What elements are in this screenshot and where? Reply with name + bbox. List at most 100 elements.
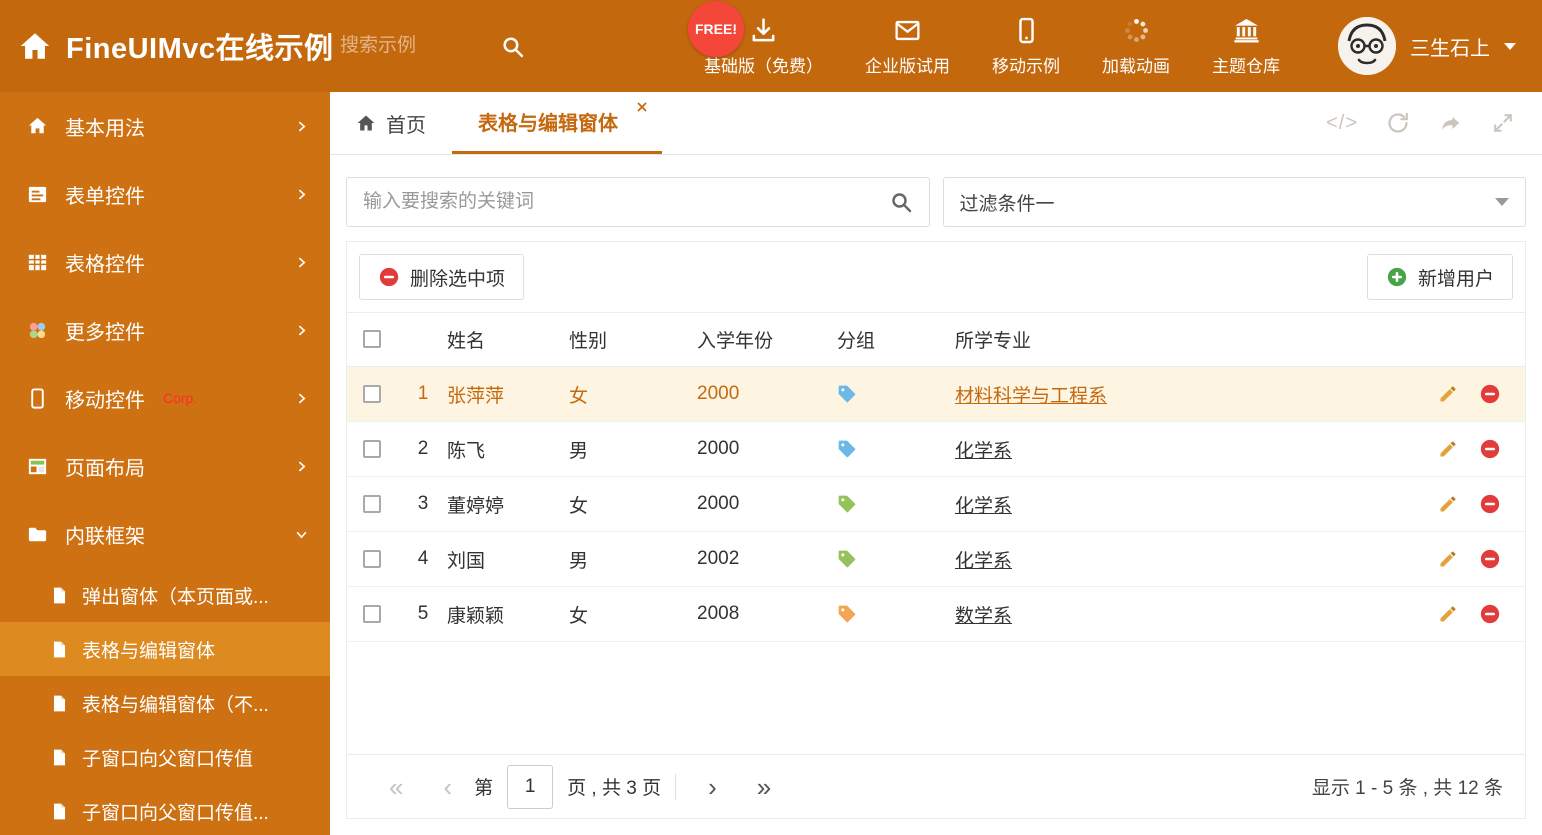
close-icon[interactable] — [636, 101, 648, 113]
cell-name: 董婷婷 — [447, 476, 569, 532]
edit-icon[interactable] — [1438, 494, 1458, 514]
button-label: 新增用户 — [1417, 268, 1494, 290]
tab-home[interactable]: 首页 — [330, 92, 452, 154]
major-link[interactable]: 数学系 — [955, 606, 1012, 627]
tab-grid-edit-window[interactable]: 表格与编辑窗体 — [452, 92, 662, 154]
folder-icon — [26, 523, 49, 546]
sidebar-item-form-controls[interactable]: 表单控件 — [0, 160, 330, 228]
select-all-checkbox[interactable] — [363, 330, 381, 349]
file-icon — [50, 586, 69, 605]
cell-gender: 男 — [569, 531, 697, 587]
major-link[interactable]: 化学系 — [955, 551, 1012, 572]
row-checkbox[interactable] — [363, 439, 381, 458]
add-user-button[interactable]: 新增用户 — [1366, 254, 1513, 300]
nav-label: 加载动画 — [1102, 56, 1170, 76]
cell-name: 刘国 — [447, 531, 569, 587]
top-search — [340, 34, 555, 59]
top-search-input[interactable] — [340, 35, 490, 57]
file-icon — [50, 694, 69, 713]
first-page-button[interactable]: « — [369, 774, 423, 800]
sidebar-item-label: 页面布局 — [65, 457, 145, 480]
chevron-down-icon — [1504, 42, 1516, 50]
col-actions — [1407, 312, 1525, 367]
source-code-icon[interactable]: </> — [1326, 112, 1358, 135]
row-checkbox[interactable] — [363, 384, 381, 403]
grid-empty-space — [347, 642, 1525, 754]
row-checkbox[interactable] — [363, 604, 381, 623]
table-row: 1 张萍萍 女 2000 材料科学与工程系 — [347, 366, 1525, 422]
nav-label: 企业版试用 — [865, 56, 950, 76]
sidebar-subitem-grid-edit-window-no[interactable]: 表格与编辑窗体（不... — [0, 676, 330, 730]
delete-selected-button[interactable]: 删除选中项 — [359, 254, 525, 300]
layout-icon — [26, 455, 49, 478]
last-page-button[interactable]: » — [737, 774, 791, 800]
col-year: 入学年份 — [697, 312, 837, 367]
edit-icon[interactable] — [1438, 549, 1458, 569]
cell-year: 2000 — [697, 476, 837, 532]
plus-circle-icon — [1386, 266, 1408, 288]
next-page-button[interactable]: › — [688, 774, 737, 800]
page-number-input[interactable] — [507, 764, 554, 809]
sidebar-subitem-child-to-parent[interactable]: 子窗口向父窗口传值 — [0, 730, 330, 784]
col-major: 所学专业 — [955, 312, 1407, 367]
sidebar-item-more-controls[interactable]: 更多控件 — [0, 296, 330, 364]
nav-item-mobile-demo[interactable]: 移动示例 — [971, 16, 1081, 77]
edit-icon[interactable] — [1438, 384, 1458, 404]
top-header: FineUIMvc在线示例 FREE! 基础版（免费） 企业版试用 — [0, 0, 1542, 92]
sidebar: 基本用法 表单控件 表格控件 更多控件 移动控件 Corp. 页面布局 内联框架… — [0, 92, 330, 835]
prev-page-button[interactable]: ‹ — [423, 774, 472, 800]
search-icon[interactable] — [889, 190, 913, 214]
delete-row-icon[interactable] — [1479, 603, 1501, 625]
open-new-window-icon[interactable] — [1438, 112, 1464, 134]
sidebar-item-table-controls[interactable]: 表格控件 — [0, 228, 330, 296]
nav-item-enterprise-trial[interactable]: 企业版试用 — [844, 16, 971, 77]
sidebar-item-basic-usage[interactable]: 基本用法 — [0, 92, 330, 160]
brand: FineUIMvc在线示例 — [0, 25, 333, 67]
cell-gender: 男 — [569, 421, 697, 477]
main-content: 首页 表格与编辑窗体 </> 输入要搜索的关键词 过滤条件一 删除选中项 新增用… — [330, 92, 1542, 835]
refresh-icon[interactable] — [1386, 111, 1410, 135]
major-link[interactable]: 化学系 — [955, 441, 1012, 462]
delete-row-icon[interactable] — [1479, 548, 1501, 570]
table-row: 3 董婷婷 女 2000 化学系 — [347, 476, 1525, 532]
col-group: 分组 — [837, 312, 955, 367]
sidebar-item-label: 基本用法 — [65, 117, 145, 140]
keyword-search-input[interactable] — [363, 191, 889, 213]
filter-dropdown[interactable]: 过滤条件一 — [942, 177, 1526, 227]
button-label: 删除选中项 — [410, 268, 506, 290]
sidebar-item-label: 内联框架 — [65, 525, 145, 548]
chevron-right-icon — [295, 120, 308, 133]
edit-icon[interactable] — [1438, 439, 1458, 459]
sidebar-subitem-popup-window[interactable]: 弹出窗体（本页面或... — [0, 568, 330, 622]
sidebar-item-page-layout[interactable]: 页面布局 — [0, 432, 330, 500]
app-title: FineUIMvc在线示例 — [66, 33, 334, 65]
sidebar-subitem-child-to-parent-2[interactable]: 子窗口向父窗口传值... — [0, 784, 330, 835]
tag-icon — [837, 549, 857, 569]
nav-item-theme-repo[interactable]: 主题仓库 — [1191, 16, 1301, 77]
nav-item-loading-animation[interactable]: 加载动画 — [1081, 16, 1191, 77]
cell-gender: 女 — [569, 586, 697, 642]
tag-icon — [837, 604, 857, 624]
delete-row-icon[interactable] — [1479, 493, 1501, 515]
avatar[interactable] — [1338, 17, 1396, 75]
tab-bar: 首页 表格与编辑窗体 </> — [330, 92, 1542, 155]
user-menu[interactable]: 三生石上 — [1338, 17, 1542, 75]
major-link[interactable]: 材料科学与工程系 — [955, 386, 1107, 407]
sidebar-subitem-label: 表格与编辑窗体（不... — [82, 694, 269, 716]
sidebar-subitem-grid-edit-window[interactable]: 表格与编辑窗体 — [0, 622, 330, 676]
sidebar-item-inline-frame[interactable]: 内联框架 — [0, 500, 330, 568]
fullscreen-icon[interactable] — [1492, 112, 1514, 134]
edit-icon[interactable] — [1438, 604, 1458, 624]
row-checkbox[interactable] — [363, 494, 381, 513]
home-logo-icon[interactable] — [18, 29, 52, 63]
sidebar-item-mobile-controls[interactable]: 移动控件 Corp. — [0, 364, 330, 432]
mobile-icon — [1012, 16, 1041, 45]
chevron-right-icon — [295, 188, 308, 201]
delete-row-icon[interactable] — [1479, 438, 1501, 460]
tag-icon — [837, 384, 857, 404]
row-checkbox[interactable] — [363, 549, 381, 568]
major-link[interactable]: 化学系 — [955, 496, 1012, 517]
delete-row-icon[interactable] — [1479, 383, 1501, 405]
minus-circle-icon — [378, 266, 400, 288]
search-icon[interactable] — [500, 34, 525, 59]
